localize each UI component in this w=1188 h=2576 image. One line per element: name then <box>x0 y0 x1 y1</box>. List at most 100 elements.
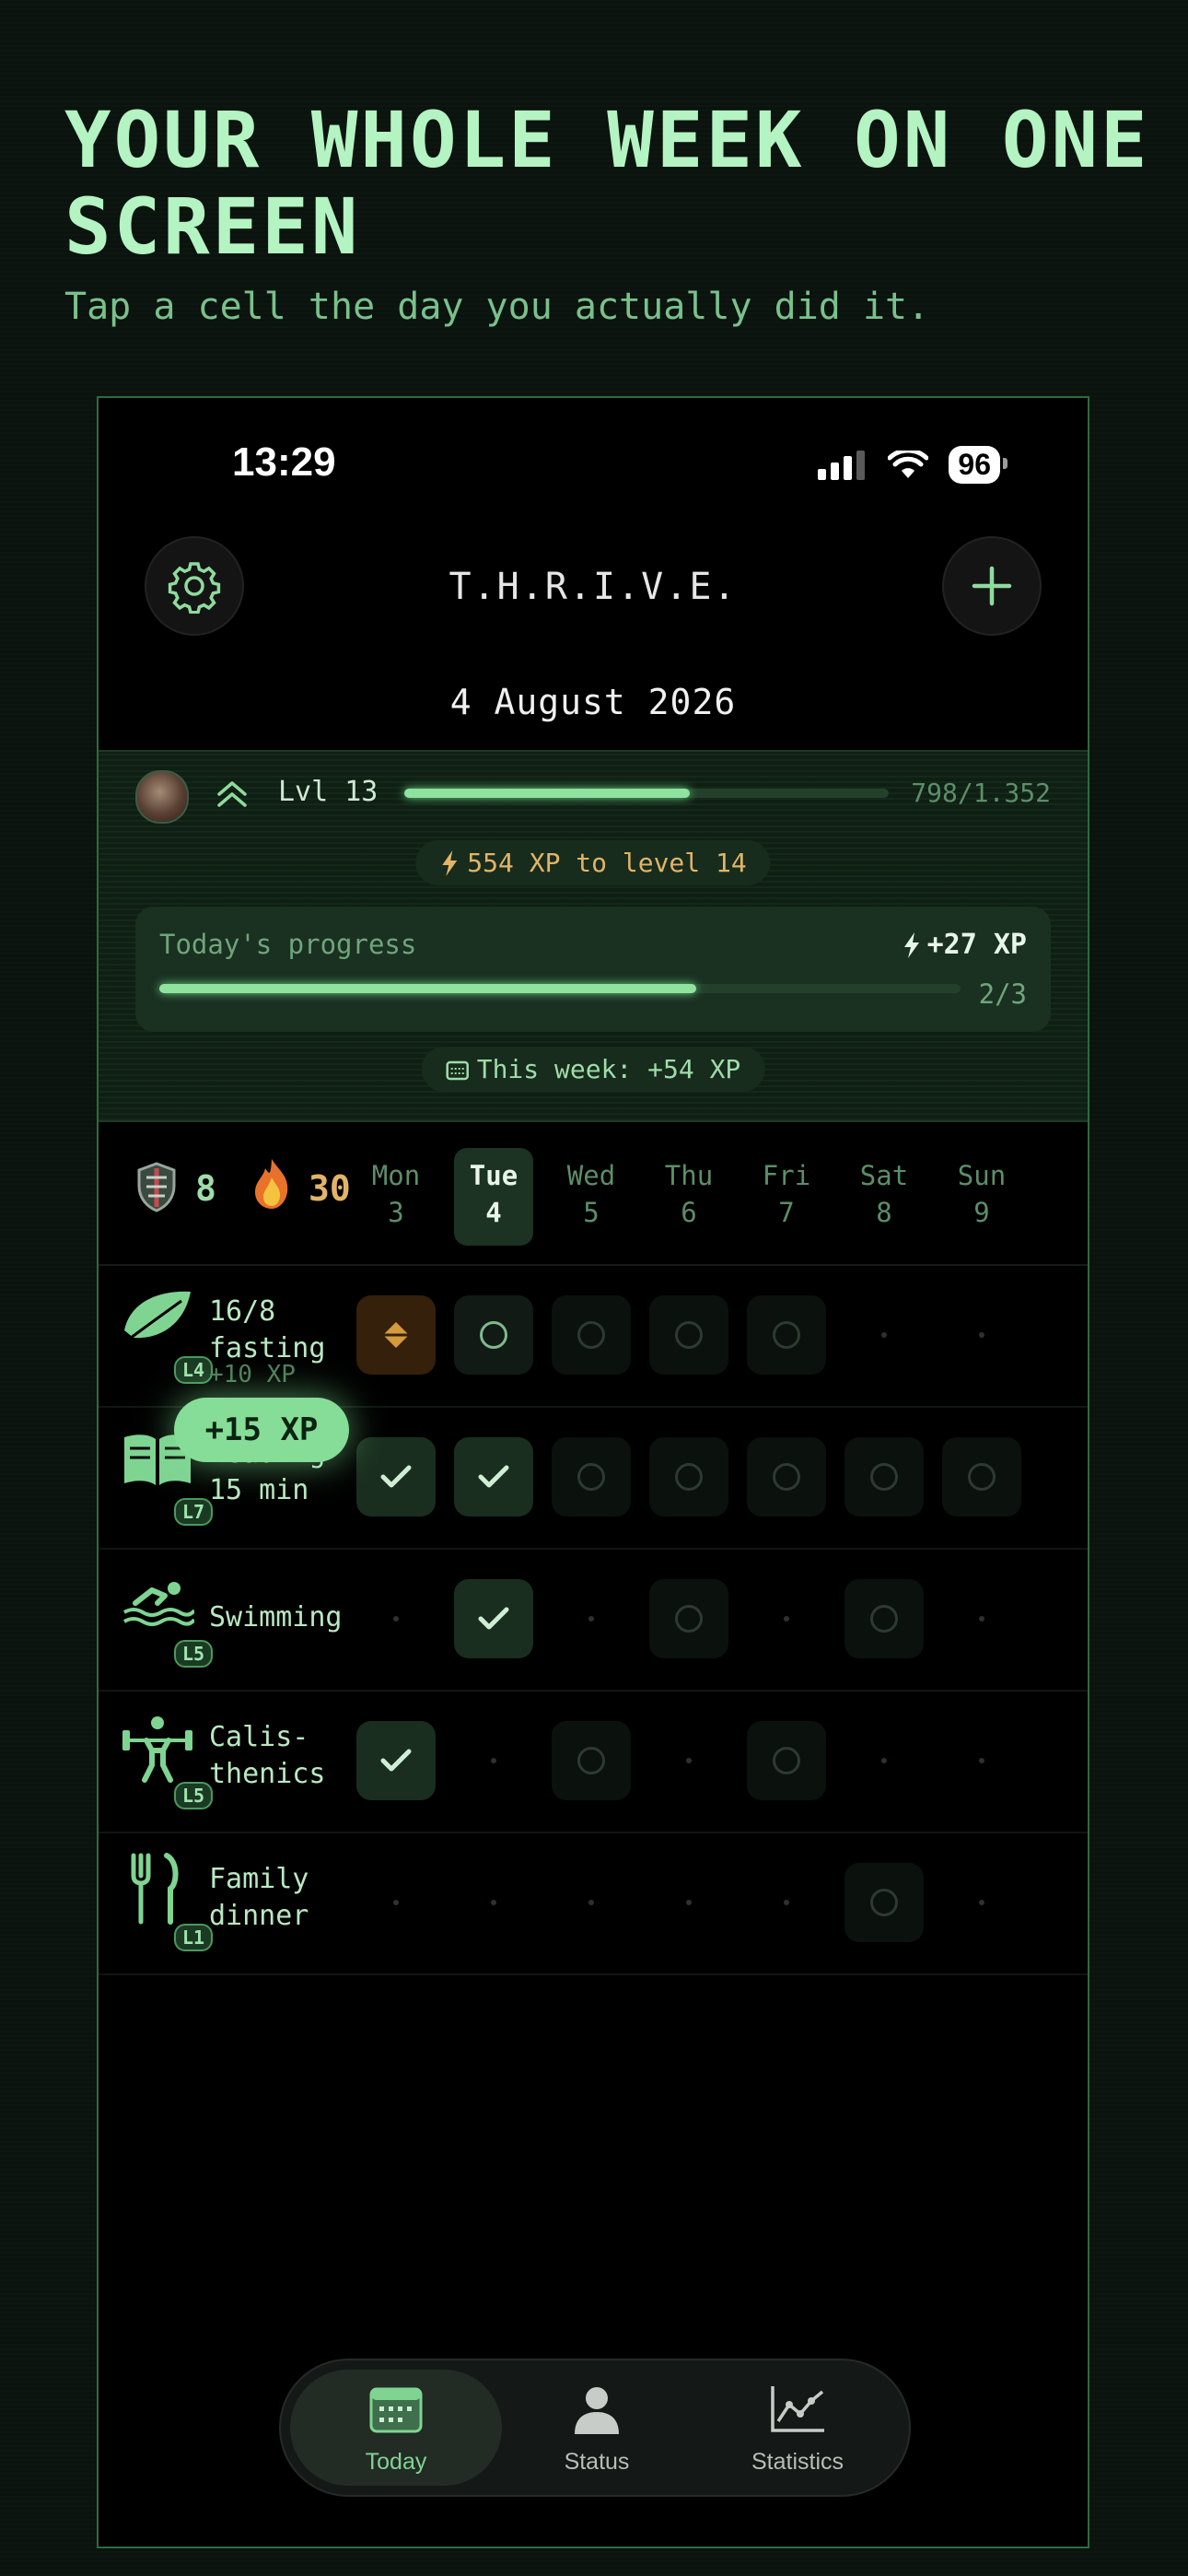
empty-circle-icon <box>870 1463 898 1491</box>
chart-icon <box>771 2386 824 2432</box>
plus-icon <box>972 566 1012 606</box>
today-progress-card: Today's progress +27 XP 2/3 <box>135 907 1051 1032</box>
day-number: 5 <box>583 1197 600 1228</box>
day-cell-unscheduled[interactable] <box>844 1295 924 1375</box>
day-cell-done[interactable] <box>356 1437 436 1516</box>
day-cell-unscheduled[interactable] <box>454 1863 533 1942</box>
day-cell-open[interactable] <box>747 1437 826 1516</box>
empty-circle-icon <box>675 1321 703 1349</box>
day-cell-open[interactable] <box>942 1437 1021 1516</box>
day-cell-open[interactable] <box>747 1721 826 1800</box>
day-number: 9 <box>973 1197 990 1228</box>
tab-statistics[interactable]: Statistics <box>692 2370 903 2486</box>
dot-icon <box>784 1616 789 1622</box>
tab-bar: Today Status Statistics <box>279 2359 911 2497</box>
dot-icon <box>393 1616 399 1622</box>
day-cell-open[interactable] <box>649 1295 728 1375</box>
dot-icon <box>881 1758 887 1763</box>
day-cell-open[interactable] <box>649 1579 728 1658</box>
day-cell-unscheduled[interactable] <box>942 1721 1021 1800</box>
day-name: Thu <box>664 1160 714 1191</box>
habit-level-badge: L4 <box>174 1356 214 1384</box>
tab-statistics-label: Statistics <box>751 2449 844 2475</box>
day-cell-open[interactable] <box>844 1579 924 1658</box>
day-cell-done[interactable] <box>454 1437 533 1516</box>
fire-streak-count: 30 <box>309 1168 351 1209</box>
day-cell-unscheduled[interactable] <box>649 1863 728 1942</box>
checkmark-icon <box>380 1465 412 1488</box>
today-progress-bar <box>159 984 961 993</box>
xp-to-next-label: 554 XP to level 14 <box>467 848 747 878</box>
day-column-mon[interactable]: Mon 3 <box>356 1148 436 1246</box>
tab-status-label: Status <box>564 2449 630 2475</box>
tab-status[interactable]: Status <box>491 2370 703 2486</box>
habit-name[interactable]: Swimming <box>209 1599 343 1636</box>
day-number: 8 <box>876 1197 892 1228</box>
tab-today-label: Today <box>365 2449 427 2475</box>
today-xp-value: +27 XP <box>926 929 1027 961</box>
empty-circle-icon <box>675 1463 703 1491</box>
xp-to-next-pill: 554 XP to level 14 <box>415 840 771 885</box>
day-cell-open[interactable] <box>552 1721 631 1800</box>
empty-circle-icon <box>870 1605 898 1633</box>
add-habit-button[interactable] <box>942 536 1042 636</box>
day-cell-pending[interactable] <box>356 1295 436 1375</box>
week-header: 8 30 Mon 3 Tue 4 Wed 5 Thu 6 Fri 7 Sat 8 Sun 9 <box>99 1120 1088 1266</box>
day-cell-done[interactable] <box>454 1579 533 1658</box>
habit-name[interactable]: Calis- thenics <box>209 1719 325 1793</box>
day-cell-unscheduled[interactable] <box>942 1579 1021 1658</box>
day-cell-unscheduled[interactable] <box>942 1863 1021 1942</box>
day-cell-unscheduled[interactable] <box>747 1579 826 1658</box>
day-column-tue[interactable]: Tue 4 <box>454 1148 533 1246</box>
person-icon <box>575 2387 619 2434</box>
day-cell-unscheduled[interactable] <box>747 1863 826 1942</box>
dot-icon <box>979 1616 984 1622</box>
day-cell-open[interactable] <box>552 1437 631 1516</box>
day-column-fri[interactable]: Fri 7 <box>747 1148 826 1246</box>
empty-circle-icon <box>675 1605 703 1633</box>
day-cell-open[interactable] <box>844 1437 924 1516</box>
phone-frame: 13:29 96 T.H.R.I.V.E. 4 August 2026 Lvl … <box>97 396 1089 2548</box>
day-name: Sun <box>957 1160 1007 1191</box>
dot-icon <box>979 1758 984 1763</box>
dot-icon <box>979 1900 984 1905</box>
shield-icon <box>137 1162 176 1212</box>
day-cell-unscheduled[interactable] <box>454 1721 533 1800</box>
day-number: 3 <box>388 1197 404 1228</box>
day-cell-open[interactable] <box>552 1295 631 1375</box>
day-column-wed[interactable]: Wed 5 <box>552 1148 631 1246</box>
level-label: Lvl 13 <box>278 776 379 808</box>
day-cell-done[interactable] <box>356 1721 436 1800</box>
level-progress-fill <box>404 789 691 798</box>
dot-icon <box>491 1758 496 1763</box>
day-cell-open[interactable] <box>844 1863 924 1942</box>
day-column-sat[interactable]: Sat 8 <box>844 1148 924 1246</box>
dot-icon <box>588 1616 594 1622</box>
habit-level-badge: L7 <box>174 1498 214 1526</box>
level-progress-bar <box>404 789 889 798</box>
dot-icon <box>881 1332 887 1338</box>
day-cell-open[interactable] <box>454 1295 533 1375</box>
chevron-up-double-icon <box>217 781 247 807</box>
day-cell-unscheduled[interactable] <box>942 1295 1021 1375</box>
tab-today[interactable]: Today <box>290 2370 502 2486</box>
day-cell-unscheduled[interactable] <box>356 1579 436 1658</box>
checkmark-icon <box>478 1465 509 1488</box>
avatar[interactable] <box>135 770 189 824</box>
day-cell-unscheduled[interactable] <box>552 1863 631 1942</box>
day-cell-unscheduled[interactable] <box>649 1721 728 1800</box>
xp-panel: Lvl 13 798/1.352 554 XP to level 14 Toda… <box>99 750 1088 1122</box>
day-cell-unscheduled[interactable] <box>356 1863 436 1942</box>
day-column-sun[interactable]: Sun 9 <box>942 1148 1021 1246</box>
empty-circle-icon <box>480 1321 507 1349</box>
day-cell-unscheduled[interactable] <box>552 1579 631 1658</box>
day-column-thu[interactable]: Thu 6 <box>649 1148 728 1246</box>
day-cell-unscheduled[interactable] <box>844 1721 924 1800</box>
dot-icon <box>588 1900 594 1905</box>
dot-icon <box>491 1900 496 1905</box>
habit-name[interactable]: 16/8 fasting <box>209 1294 325 1367</box>
day-cell-open[interactable] <box>747 1295 826 1375</box>
today-ratio: 2/3 <box>978 978 1027 1010</box>
habit-name[interactable]: Family dinner <box>209 1861 309 1935</box>
day-cell-open[interactable] <box>649 1437 728 1516</box>
